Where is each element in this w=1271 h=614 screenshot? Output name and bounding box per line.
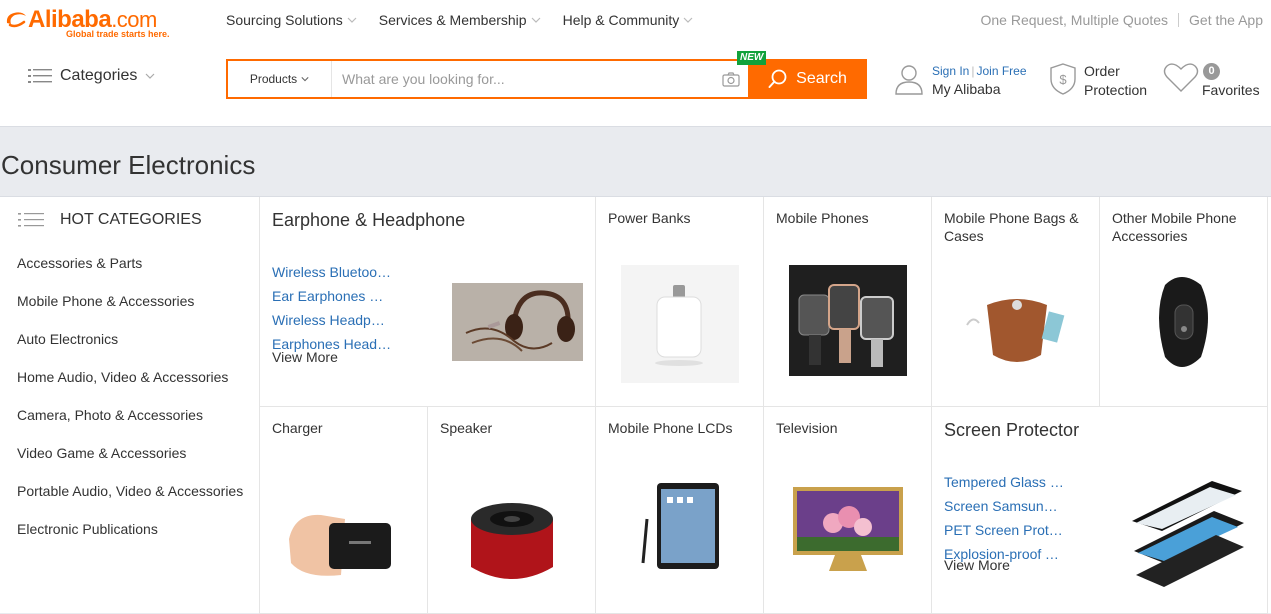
shield-dollar-icon: $	[1050, 63, 1076, 95]
hot-categories-list: Accessories & Parts Mobile Phone & Acces…	[17, 255, 247, 559]
tile-title: Television	[776, 420, 838, 436]
get-app-link[interactable]: Get the App	[1189, 12, 1263, 28]
list-menu-icon	[28, 69, 52, 83]
television-product-image	[789, 479, 907, 597]
svg-text:$: $	[1059, 72, 1067, 87]
top-right-links: One Request, Multiple Quotes Get the App	[981, 12, 1264, 28]
phone-pouch-product-image	[957, 265, 1075, 383]
page-title: Consumer Electronics	[1, 150, 256, 180]
site-header: Alibaba.com Global trade starts here. So…	[0, 0, 1271, 127]
search-type-dropdown[interactable]: Products	[228, 61, 332, 97]
heart-icon	[1163, 63, 1199, 92]
view-more-link[interactable]: View More	[272, 349, 338, 365]
charger-product-image	[285, 479, 403, 597]
divider	[1178, 13, 1180, 27]
search-bar: Products NEW Search	[226, 51, 867, 99]
screen-protector-product-image	[1122, 471, 1250, 601]
tile-title: Power Banks	[608, 210, 691, 226]
tile-title: Charger	[272, 420, 323, 436]
chevron-down-icon	[347, 17, 357, 23]
sidebar-item-accessories-parts[interactable]: Accessories & Parts	[17, 255, 247, 293]
search-icon	[768, 69, 787, 88]
sidebar-item-portable-audio-video[interactable]: Portable Audio, Video & Accessories	[17, 483, 247, 521]
user-icon[interactable]	[894, 63, 924, 95]
rfq-link[interactable]: One Request, Multiple Quotes	[981, 12, 1169, 28]
search-box: Products	[226, 59, 748, 99]
tile-speaker[interactable]: Speaker	[428, 407, 596, 614]
category-content: HOT CATEGORIES Accessories & Parts Mobil…	[0, 196, 1271, 614]
headphone-product-image	[452, 283, 583, 361]
tile-title: Other Mobile Phone Accessories	[1112, 210, 1237, 244]
logo-smile-icon	[6, 12, 26, 28]
chevron-down-icon	[145, 73, 155, 79]
sidebar-item-video-game[interactable]: Video Game & Accessories	[17, 445, 247, 483]
chevron-down-icon	[531, 17, 541, 23]
subcategory-link[interactable]: Wireless Headphones	[272, 308, 392, 332]
subcategory-links: Wireless Bluetooth Earphones Ear Earphon…	[272, 260, 392, 356]
tile-mobile-phones[interactable]: Mobile Phones	[764, 197, 932, 407]
tile-other-phone-accessories[interactable]: Other Mobile Phone Accessories	[1100, 197, 1268, 407]
sidebar-item-camera-photo[interactable]: Camera, Photo & Accessories	[17, 407, 247, 445]
nav-sourcing-solutions[interactable]: Sourcing Solutions	[226, 12, 357, 28]
sidebar-item-mobile-phone-accessories[interactable]: Mobile Phone & Accessories	[17, 293, 247, 331]
order-protection[interactable]: $ Order Protection	[1048, 62, 1147, 100]
tile-mobile-phone-lcds[interactable]: Mobile Phone LCDs	[596, 407, 764, 614]
speaker-product-image	[453, 479, 571, 597]
subcategory-link[interactable]: Ear Earphones Headphones	[272, 284, 392, 308]
smartwatch-product-image	[789, 265, 907, 376]
subcategory-links: Tempered Glass Screen Protector Screen S…	[944, 470, 1064, 566]
favorites[interactable]: 0 Favorites	[1163, 62, 1260, 98]
favorites-label: Favorites	[1202, 82, 1260, 98]
categories-menu[interactable]: Categories	[28, 67, 155, 85]
tile-title: Screen Protector	[944, 420, 1080, 440]
tile-power-banks[interactable]: Power Banks	[596, 197, 764, 407]
alibaba-logo[interactable]: Alibaba.com Global trade starts here.	[0, 4, 200, 40]
subcategory-link[interactable]: Tempered Glass Screen Protector	[944, 470, 1064, 494]
tile-title: Speaker	[440, 420, 493, 436]
hot-categories-sidebar: HOT CATEGORIES Accessories & Parts Mobil…	[0, 197, 260, 614]
tile-title: Earphone & Headphone	[272, 210, 466, 230]
subcategory-link[interactable]: PET Screen Protector	[944, 518, 1064, 542]
subcategory-link[interactable]: Screen Samsung Protector	[944, 494, 1064, 518]
power-bank-product-image	[621, 265, 739, 383]
camera-icon[interactable]	[714, 61, 748, 97]
tile-screen-protector[interactable]: Screen Protector Tempered Glass Screen P…	[932, 407, 1268, 614]
categories-label: Categories	[60, 67, 138, 84]
tile-television[interactable]: Television	[764, 407, 932, 614]
favorites-count-badge: 0	[1203, 63, 1220, 80]
new-badge: NEW	[737, 51, 767, 65]
search-button[interactable]: NEW Search	[737, 51, 867, 99]
view-more-link[interactable]: View More	[944, 557, 1010, 573]
list-menu-icon	[18, 213, 44, 227]
nav-services-membership[interactable]: Services & Membership	[379, 12, 541, 28]
tile-charger[interactable]: Charger	[260, 407, 428, 614]
hot-categories-title: HOT CATEGORIES	[60, 211, 202, 228]
tile-title: Mobile Phone LCDs	[608, 420, 733, 436]
my-alibaba-link[interactable]: My Alibaba	[932, 79, 1027, 99]
tablet-product-image	[621, 479, 739, 597]
tile-phone-bags-cases[interactable]: Mobile Phone Bags & Cases	[932, 197, 1100, 407]
subcategory-link[interactable]: Wireless Bluetooth Earphones	[272, 260, 392, 284]
sidebar-item-electronic-publications[interactable]: Electronic Publications	[17, 521, 247, 559]
chevron-down-icon	[301, 77, 309, 82]
search-input[interactable]	[332, 61, 714, 97]
join-free-link[interactable]: Join Free	[976, 64, 1026, 78]
nav-help-community[interactable]: Help & Community	[563, 12, 694, 28]
tile-title: Mobile Phones	[776, 210, 869, 226]
fitness-band-product-image	[1125, 265, 1243, 383]
sidebar-item-home-audio-video[interactable]: Home Audio, Video & Accessories	[17, 369, 247, 407]
top-navigation: Sourcing Solutions Services & Membership…	[226, 12, 693, 28]
logo-tagline: Global trade starts here.	[66, 29, 170, 39]
tile-earphone-headphone[interactable]: Earphone & Headphone Wireless Bluetooth …	[260, 197, 596, 407]
sign-in-link[interactable]: Sign In	[932, 64, 969, 78]
tile-title: Mobile Phone Bags & Cases	[944, 210, 1079, 244]
chevron-down-icon	[683, 17, 693, 23]
sidebar-item-auto-electronics[interactable]: Auto Electronics	[17, 331, 247, 369]
user-account: Sign In | Join Free My Alibaba	[894, 63, 1027, 99]
